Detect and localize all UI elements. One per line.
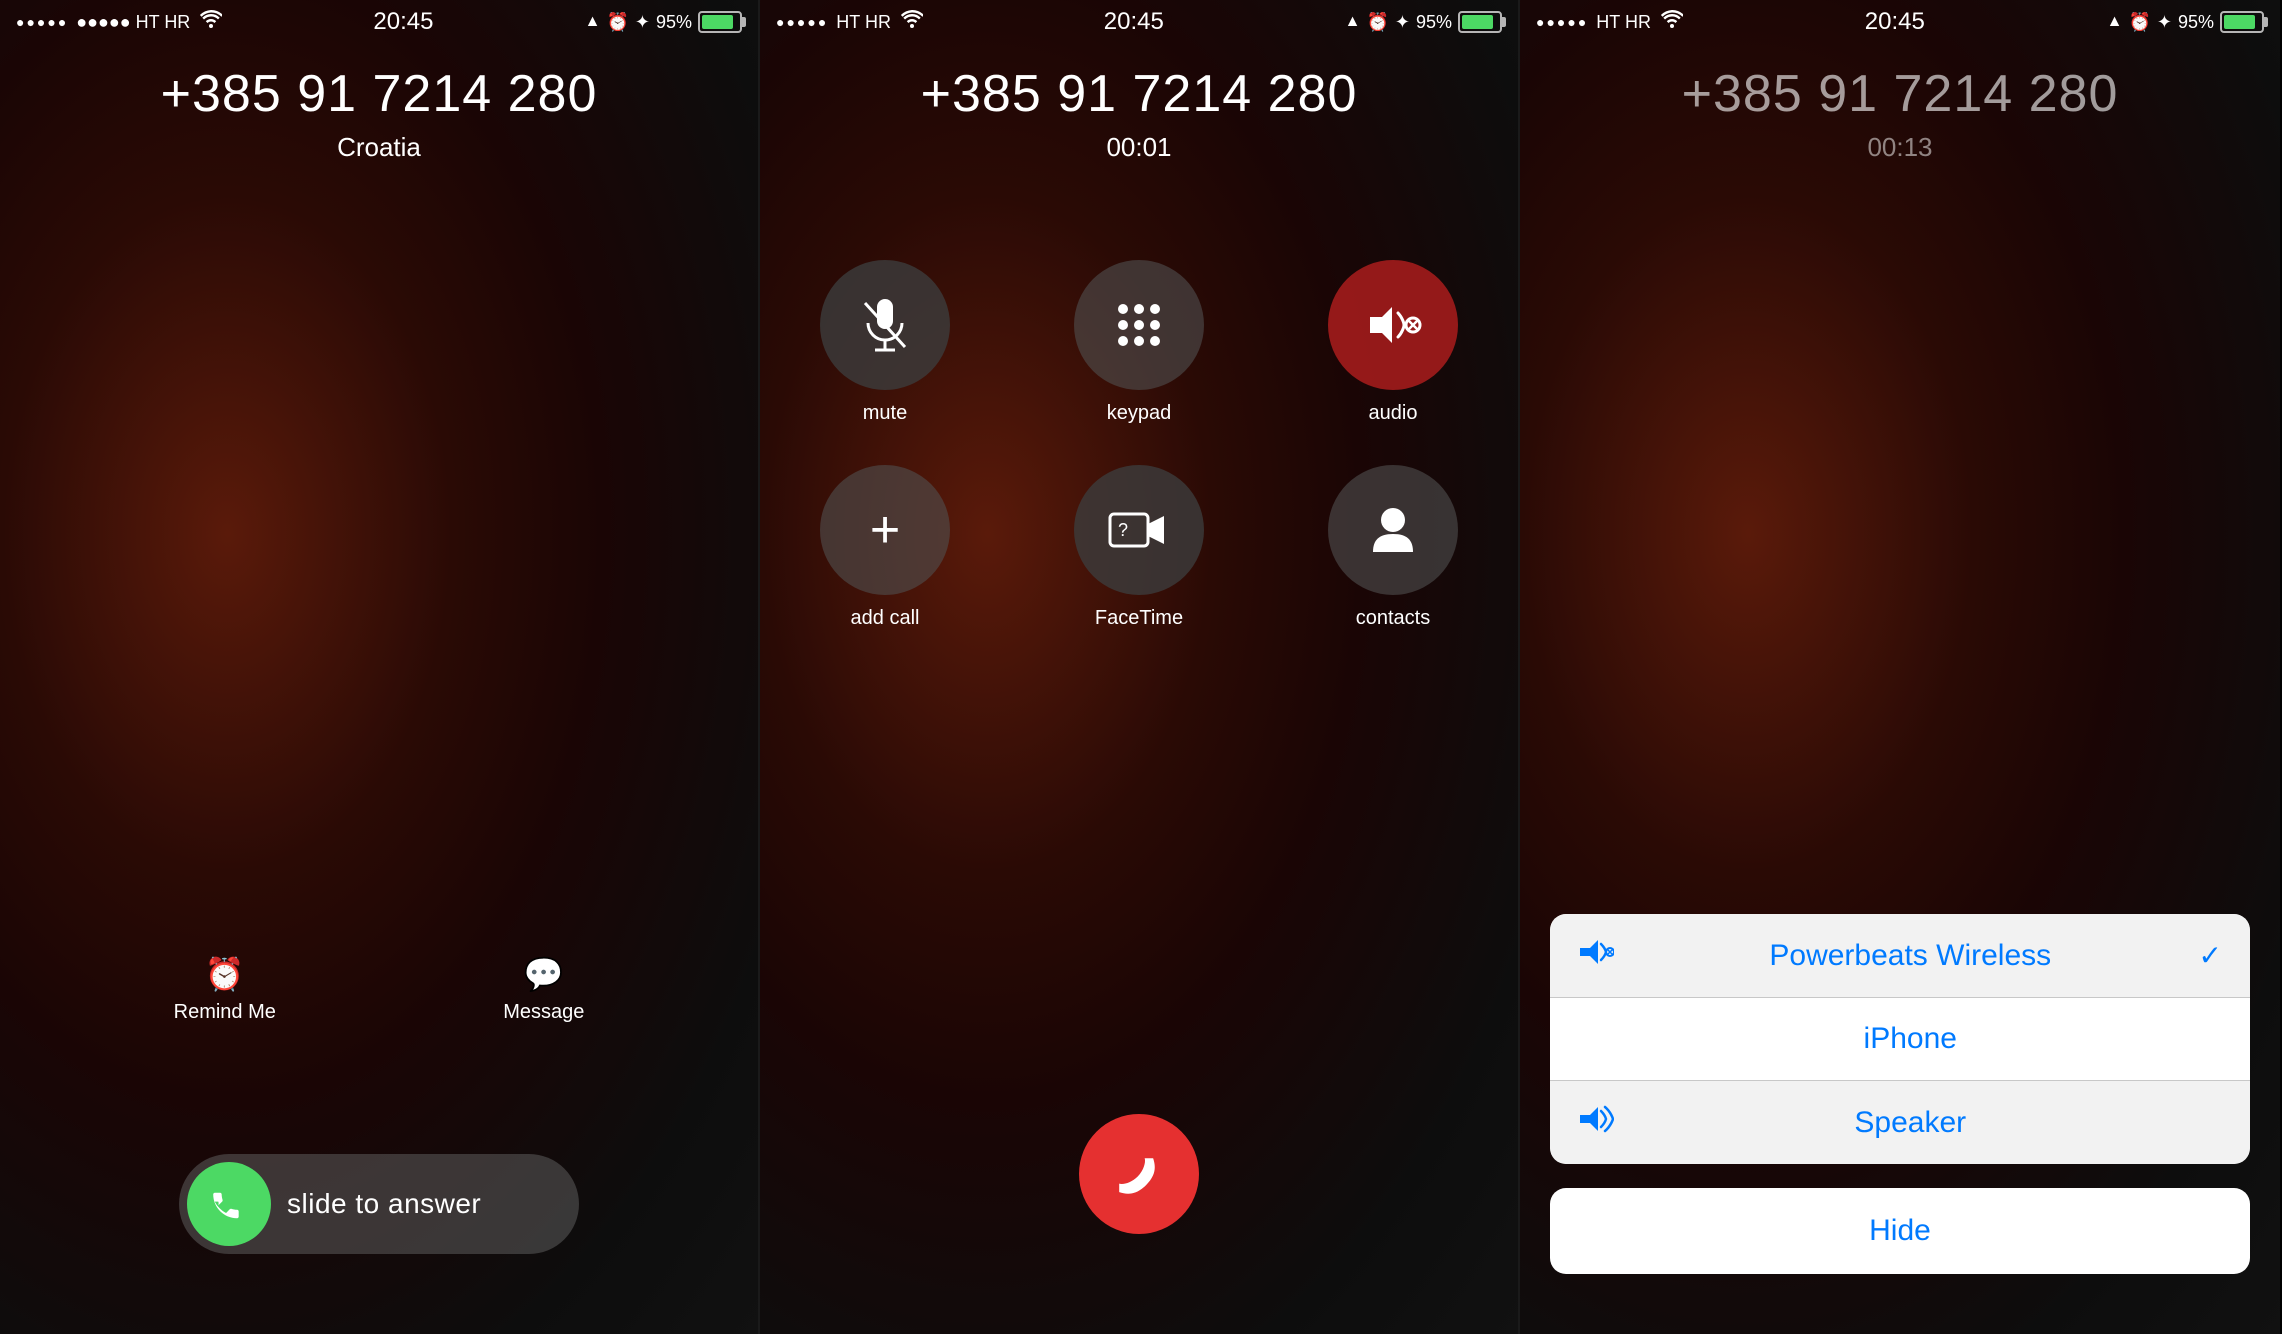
message-button[interactable]: 💬 Message [503, 955, 584, 1024]
controls-row-1: mute keypad [820, 260, 1458, 425]
mute-button[interactable]: mute [820, 260, 950, 425]
add-call-button[interactable]: + add call [820, 465, 950, 630]
audio-option-powerbeats[interactable]: Powerbeats Wireless ✓ [1550, 914, 2250, 998]
incoming-phone-subtitle: Croatia [0, 132, 758, 163]
facetime-circle: ? [1074, 465, 1204, 595]
audio-options-menu: Powerbeats Wireless ✓ iPhone ✓ Speaker ✓ [1550, 914, 2250, 1164]
speaker-icon [1578, 1105, 1622, 1140]
location-icon-3: ▲ [2107, 13, 2123, 31]
slide-to-answer[interactable]: slide to answer [179, 1154, 579, 1254]
screen-audio-select: ●●●●● HT HR 20:45 ▲ ⏰ ✦ 95% +385 91 7214… [1520, 0, 2280, 1334]
active-duration: 00:01 [760, 132, 1518, 163]
mute-circle [820, 260, 950, 390]
status-right-3: ▲ ⏰ ✦ 95% [2107, 11, 2264, 33]
signal-strength-1: ●●●●● [16, 14, 68, 30]
wifi-icon-3 [1661, 10, 1683, 34]
controls-row-2: + add call ? FaceTime [820, 465, 1458, 630]
battery-icon-3 [2220, 11, 2264, 33]
status-time-1: 20:45 [373, 8, 433, 36]
bluetooth-icon-1: ✦ [635, 12, 650, 33]
status-right-1: ▲ ⏰ ✦ 95% [585, 11, 742, 33]
alarm-icon-2: ⏰ [1366, 12, 1388, 33]
status-bar-3: ●●●●● HT HR 20:45 ▲ ⏰ ✦ 95% [1520, 0, 2280, 44]
battery-percent-3: 95% [2178, 12, 2214, 33]
wifi-icon-1 [200, 10, 222, 34]
status-carrier-3: ●●●●● HT HR [1536, 10, 1683, 34]
keypad-circle [1074, 260, 1204, 390]
hide-button[interactable]: Hide [1550, 1188, 2250, 1274]
active-phone-number: +385 91 7214 280 [760, 64, 1518, 124]
mute-label: mute [863, 402, 907, 425]
audio-phone-number: +385 91 7214 280 [1520, 64, 2280, 124]
contacts-label: contacts [1356, 607, 1430, 630]
bluetooth-icon-2: ✦ [1395, 12, 1410, 33]
keypad-button[interactable]: keypad [1074, 260, 1204, 425]
message-icon: 💬 [524, 955, 564, 993]
remind-me-label: Remind Me [174, 1001, 276, 1024]
screen-active-call: ●●●●● HT HR 20:45 ▲ ⏰ ✦ 95% +385 91 7214… [760, 0, 1520, 1334]
contacts-circle [1328, 465, 1458, 595]
wifi-icon-2 [901, 10, 923, 34]
add-call-label: add call [851, 607, 920, 630]
location-icon-1: ▲ [585, 13, 601, 31]
incoming-phone-number: +385 91 7214 280 [0, 64, 758, 124]
audio-option-speaker[interactable]: Speaker ✓ [1550, 1081, 2250, 1164]
incoming-actions: ⏰ Remind Me 💬 Message [0, 955, 758, 1024]
slide-to-answer-text: slide to answer [287, 1188, 481, 1220]
svg-text:?: ? [1118, 520, 1128, 540]
signal-strength-3: ●●●●● [1536, 14, 1588, 30]
status-carrier-1: ●●●●● ●●●●● HT HR [16, 10, 222, 34]
speaker-check: ✓ [2199, 1106, 2222, 1139]
audio-label: audio [1369, 402, 1418, 425]
status-bar-2: ●●●●● HT HR 20:45 ▲ ⏰ ✦ 95% [760, 0, 1518, 44]
bluetooth-icon-3: ✦ [2157, 12, 2172, 33]
audio-duration: 00:13 [1520, 132, 2280, 163]
remind-me-button[interactable]: ⏰ Remind Me [174, 955, 276, 1024]
alarm-icon-3: ⏰ [2128, 12, 2150, 33]
battery-percent-2: 95% [1416, 12, 1452, 33]
audio-circle [1328, 260, 1458, 390]
speaker-label: Speaker [1622, 1106, 2199, 1140]
facetime-label: FaceTime [1095, 607, 1183, 630]
bluetooth-speaker-icon [1578, 938, 1622, 973]
status-time-3: 20:45 [1865, 8, 1925, 36]
carrier-name-1: ●●●●● HT HR [76, 12, 190, 33]
audio-button[interactable]: audio [1328, 260, 1458, 425]
alarm-icon-1: ⏰ [606, 12, 628, 33]
signal-strength-2: ●●●●● [776, 14, 828, 30]
status-right-2: ▲ ⏰ ✦ 95% [1345, 11, 1502, 33]
end-call-button[interactable] [1079, 1114, 1199, 1234]
battery-icon-2 [1458, 11, 1502, 33]
alarm-remind-icon: ⏰ [205, 955, 245, 993]
hide-button-label: Hide [1869, 1214, 1931, 1247]
battery-icon-1 [698, 11, 742, 33]
facetime-button[interactable]: ? FaceTime [1074, 465, 1204, 630]
contacts-button[interactable]: contacts [1328, 465, 1458, 630]
add-call-circle: + [820, 465, 950, 595]
carrier-name-3: HT HR [1596, 12, 1651, 33]
message-label: Message [503, 1001, 584, 1024]
iphone-check: ✓ [2199, 1023, 2222, 1056]
status-carrier-2: ●●●●● HT HR [776, 10, 923, 34]
location-icon-2: ▲ [1345, 13, 1361, 31]
powerbeats-check: ✓ [2199, 939, 2222, 972]
status-time-2: 20:45 [1104, 8, 1164, 36]
status-bar-1: ●●●●● ●●●●● HT HR 20:45 ▲ ⏰ ✦ 95% [0, 0, 758, 44]
answer-circle [187, 1162, 271, 1246]
iphone-label: iPhone [1622, 1022, 2199, 1056]
powerbeats-label: Powerbeats Wireless [1622, 939, 2199, 973]
battery-percent-1: 95% [656, 12, 692, 33]
call-controls: mute keypad [760, 260, 1518, 650]
carrier-name-2: HT HR [836, 12, 891, 33]
keypad-label: keypad [1107, 402, 1172, 425]
screen-incoming: ●●●●● ●●●●● HT HR 20:45 ▲ ⏰ ✦ 95% +385 9… [0, 0, 760, 1334]
audio-option-iphone[interactable]: iPhone ✓ [1550, 998, 2250, 1081]
